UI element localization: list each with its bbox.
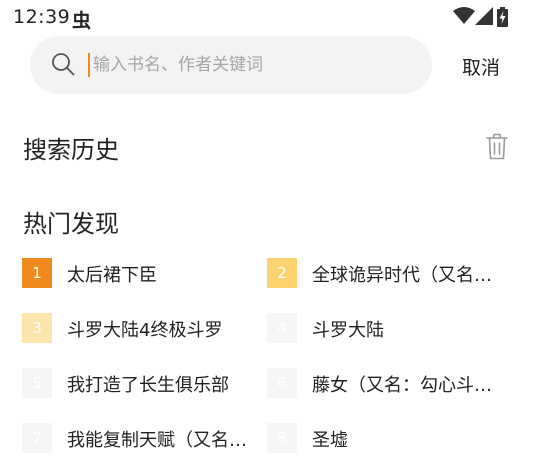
book-title: 全球诡异时代（又名：全球诡异时代） bbox=[312, 265, 507, 286]
cancel-button[interactable]: 取消 bbox=[462, 53, 500, 80]
app-notification-icon: 虫 bbox=[72, 10, 92, 32]
rank-badge: 5 bbox=[22, 368, 52, 398]
book-title: 我能复制天赋（又名：复制天赋） bbox=[67, 430, 262, 451]
rank-badge: 7 bbox=[22, 423, 52, 453]
rank-badge: 2 bbox=[267, 258, 297, 288]
hot-list-item[interactable]: 5 我打造了长生俱乐部 bbox=[22, 368, 262, 398]
book-title: 藤女（又名：勾心斗角） bbox=[312, 375, 507, 396]
trash-icon[interactable] bbox=[486, 133, 508, 160]
search-bar[interactable] bbox=[30, 36, 432, 94]
book-title: 我打造了长生俱乐部 bbox=[67, 375, 229, 396]
hot-discovery-title: 热门发现 bbox=[23, 210, 119, 238]
search-icon bbox=[52, 53, 75, 76]
rank-badge: 8 bbox=[267, 423, 297, 453]
hot-list-item[interactable]: 6 藤女（又名：勾心斗角） bbox=[267, 368, 507, 398]
status-bar: 12:39 虫 bbox=[0, 0, 533, 36]
book-title: 斗罗大陆4终极斗罗 bbox=[67, 320, 223, 341]
rank-badge: 1 bbox=[22, 258, 52, 288]
wifi-icon bbox=[453, 7, 475, 24]
rank-badge: 4 bbox=[267, 313, 297, 343]
hot-list-item[interactable]: 1 太后裙下臣 bbox=[22, 258, 262, 288]
rank-badge: 3 bbox=[22, 313, 52, 343]
hot-list-item[interactable]: 3 斗罗大陆4终极斗罗 bbox=[22, 313, 262, 343]
hot-list-item[interactable]: 4 斗罗大陆 bbox=[267, 313, 507, 343]
book-title: 斗罗大陆 bbox=[312, 320, 384, 341]
hot-list-item[interactable]: 2 全球诡异时代（又名：全球诡异时代） bbox=[267, 258, 507, 288]
search-history-title: 搜索历史 bbox=[23, 136, 119, 164]
hot-list-item[interactable]: 8 圣墟 bbox=[267, 423, 507, 453]
rank-badge: 6 bbox=[267, 368, 297, 398]
text-cursor bbox=[88, 53, 90, 77]
battery-charging-icon bbox=[497, 7, 508, 27]
book-title: 圣墟 bbox=[312, 430, 348, 451]
hot-list-item[interactable]: 7 我能复制天赋（又名：复制天赋） bbox=[22, 423, 262, 453]
book-title: 太后裙下臣 bbox=[67, 265, 157, 286]
cellular-signal-icon bbox=[475, 7, 493, 25]
status-time: 12:39 bbox=[13, 6, 71, 28]
search-input[interactable] bbox=[93, 45, 413, 85]
